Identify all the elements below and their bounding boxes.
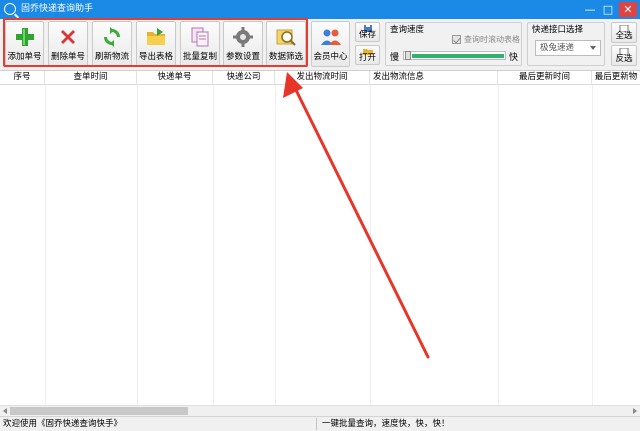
select-all-button[interactable]: 全选: [611, 22, 637, 43]
delete-number-label: 删除单号: [50, 52, 85, 62]
invert-selection-label: 反选: [615, 54, 633, 64]
column-divider: [592, 85, 593, 405]
search-app-icon: [4, 3, 16, 15]
settings-button[interactable]: 参数设置: [223, 21, 263, 67]
status-welcome-text: 欢迎使用《固乔快递查询快手》: [3, 419, 123, 429]
api-select-title: 快递接口选择: [530, 23, 586, 35]
data-filter-label: 数据筛选: [268, 52, 303, 62]
scrollbar-thumb[interactable]: [10, 407, 188, 415]
plus-icon: [15, 28, 34, 46]
x-icon: [61, 30, 75, 44]
column-header-query-time[interactable]: 查单时间: [45, 71, 137, 85]
column-header-ship-time[interactable]: 发出物流时间: [275, 71, 370, 85]
column-divider: [370, 85, 371, 405]
column-divider: [45, 85, 46, 405]
table-body[interactable]: [0, 85, 640, 405]
export-folder-icon: [147, 28, 165, 45]
scroll-right-icon[interactable]: [633, 408, 637, 414]
query-speed-title: 查询速度: [388, 23, 427, 35]
fast-label: 快: [509, 53, 519, 63]
api-select-group: 快递接口选择 极兔速递: [527, 22, 605, 66]
speed-slider-thumb[interactable]: [405, 51, 411, 60]
status-slogan-text: 一键批量查询，速度快，快，快！: [322, 419, 450, 429]
select-all-label: 全选: [615, 31, 633, 41]
scroll-left-icon[interactable]: [3, 408, 7, 414]
maximize-button[interactable]: □: [601, 3, 615, 16]
settings-label: 参数设置: [225, 52, 260, 62]
data-filter-button[interactable]: 数据筛选: [266, 21, 306, 67]
status-bar: 欢迎使用《固乔快递查询快手》 一键批量查询，速度快，快，快！: [0, 416, 640, 431]
api-selected-value: 极兔速递: [540, 43, 575, 53]
query-speed-group: 查询速度 查询时滚动表格 慢 快: [385, 22, 522, 66]
column-header-ship-info[interactable]: 发出物流信息: [370, 71, 498, 85]
column-header-last-update-time[interactable]: 最后更新时间: [498, 71, 592, 85]
filter-icon: [276, 29, 296, 46]
column-divider: [275, 85, 276, 405]
member-center-button[interactable]: 会员中心: [311, 21, 350, 67]
delete-number-button[interactable]: 删除单号: [48, 21, 88, 67]
gear-icon: [233, 27, 253, 47]
chevron-down-icon: [590, 46, 596, 50]
member-center-label: 会员中心: [313, 52, 348, 62]
title-bar: 固乔快递查询助手 — □ ✕: [0, 0, 640, 19]
column-divider: [498, 85, 499, 405]
refresh-icon: [104, 27, 120, 47]
speed-slider-fill: [412, 54, 504, 58]
horizontal-scrollbar[interactable]: [0, 405, 640, 416]
window-title: 固乔快递查询助手: [21, 4, 94, 14]
close-button[interactable]: ✕: [619, 2, 637, 17]
toolbar: 添加单号 删除单号 刷新物流 导出表格 批量复制 参数设置 数据筛选 会员中心 …: [0, 19, 640, 71]
column-header-last-update-info[interactable]: 最后更新物: [592, 71, 640, 85]
copy-icon: [191, 27, 209, 47]
refresh-logistics-button[interactable]: 刷新物流: [92, 21, 132, 67]
open-label: 打开: [358, 53, 376, 63]
column-header-courier[interactable]: 快递公司: [213, 71, 275, 85]
column-header-index[interactable]: 序号: [0, 71, 45, 85]
slow-label: 慢: [390, 53, 400, 63]
speed-slider[interactable]: [403, 51, 506, 60]
column-divider: [137, 85, 138, 405]
export-table-button[interactable]: 导出表格: [136, 21, 176, 67]
save-label: 保存: [358, 30, 376, 40]
status-divider: [316, 418, 317, 430]
api-select-dropdown[interactable]: 极兔速递: [535, 40, 601, 56]
save-button[interactable]: 保存: [355, 22, 380, 42]
table-header: 序号 查单时间 快递单号 快递公司 发出物流时间 发出物流信息 最后更新时间 最…: [0, 71, 640, 85]
export-table-label: 导出表格: [138, 52, 173, 62]
batch-copy-label: 批量复制: [182, 52, 217, 62]
invert-selection-button[interactable]: 反选: [611, 45, 637, 66]
batch-copy-button[interactable]: 批量复制: [180, 21, 220, 67]
scroll-table-label: 查询时滚动表格: [464, 35, 520, 44]
open-button[interactable]: 打开: [355, 45, 380, 65]
column-header-tracking-number[interactable]: 快递单号: [137, 71, 213, 85]
scroll-table-checkbox[interactable]: [452, 35, 461, 44]
column-divider: [213, 85, 214, 405]
minimize-button[interactable]: —: [583, 3, 597, 16]
users-icon: [320, 29, 341, 45]
add-number-button[interactable]: 添加单号: [5, 21, 44, 67]
add-number-label: 添加单号: [7, 52, 42, 62]
refresh-logistics-label: 刷新物流: [94, 52, 129, 62]
